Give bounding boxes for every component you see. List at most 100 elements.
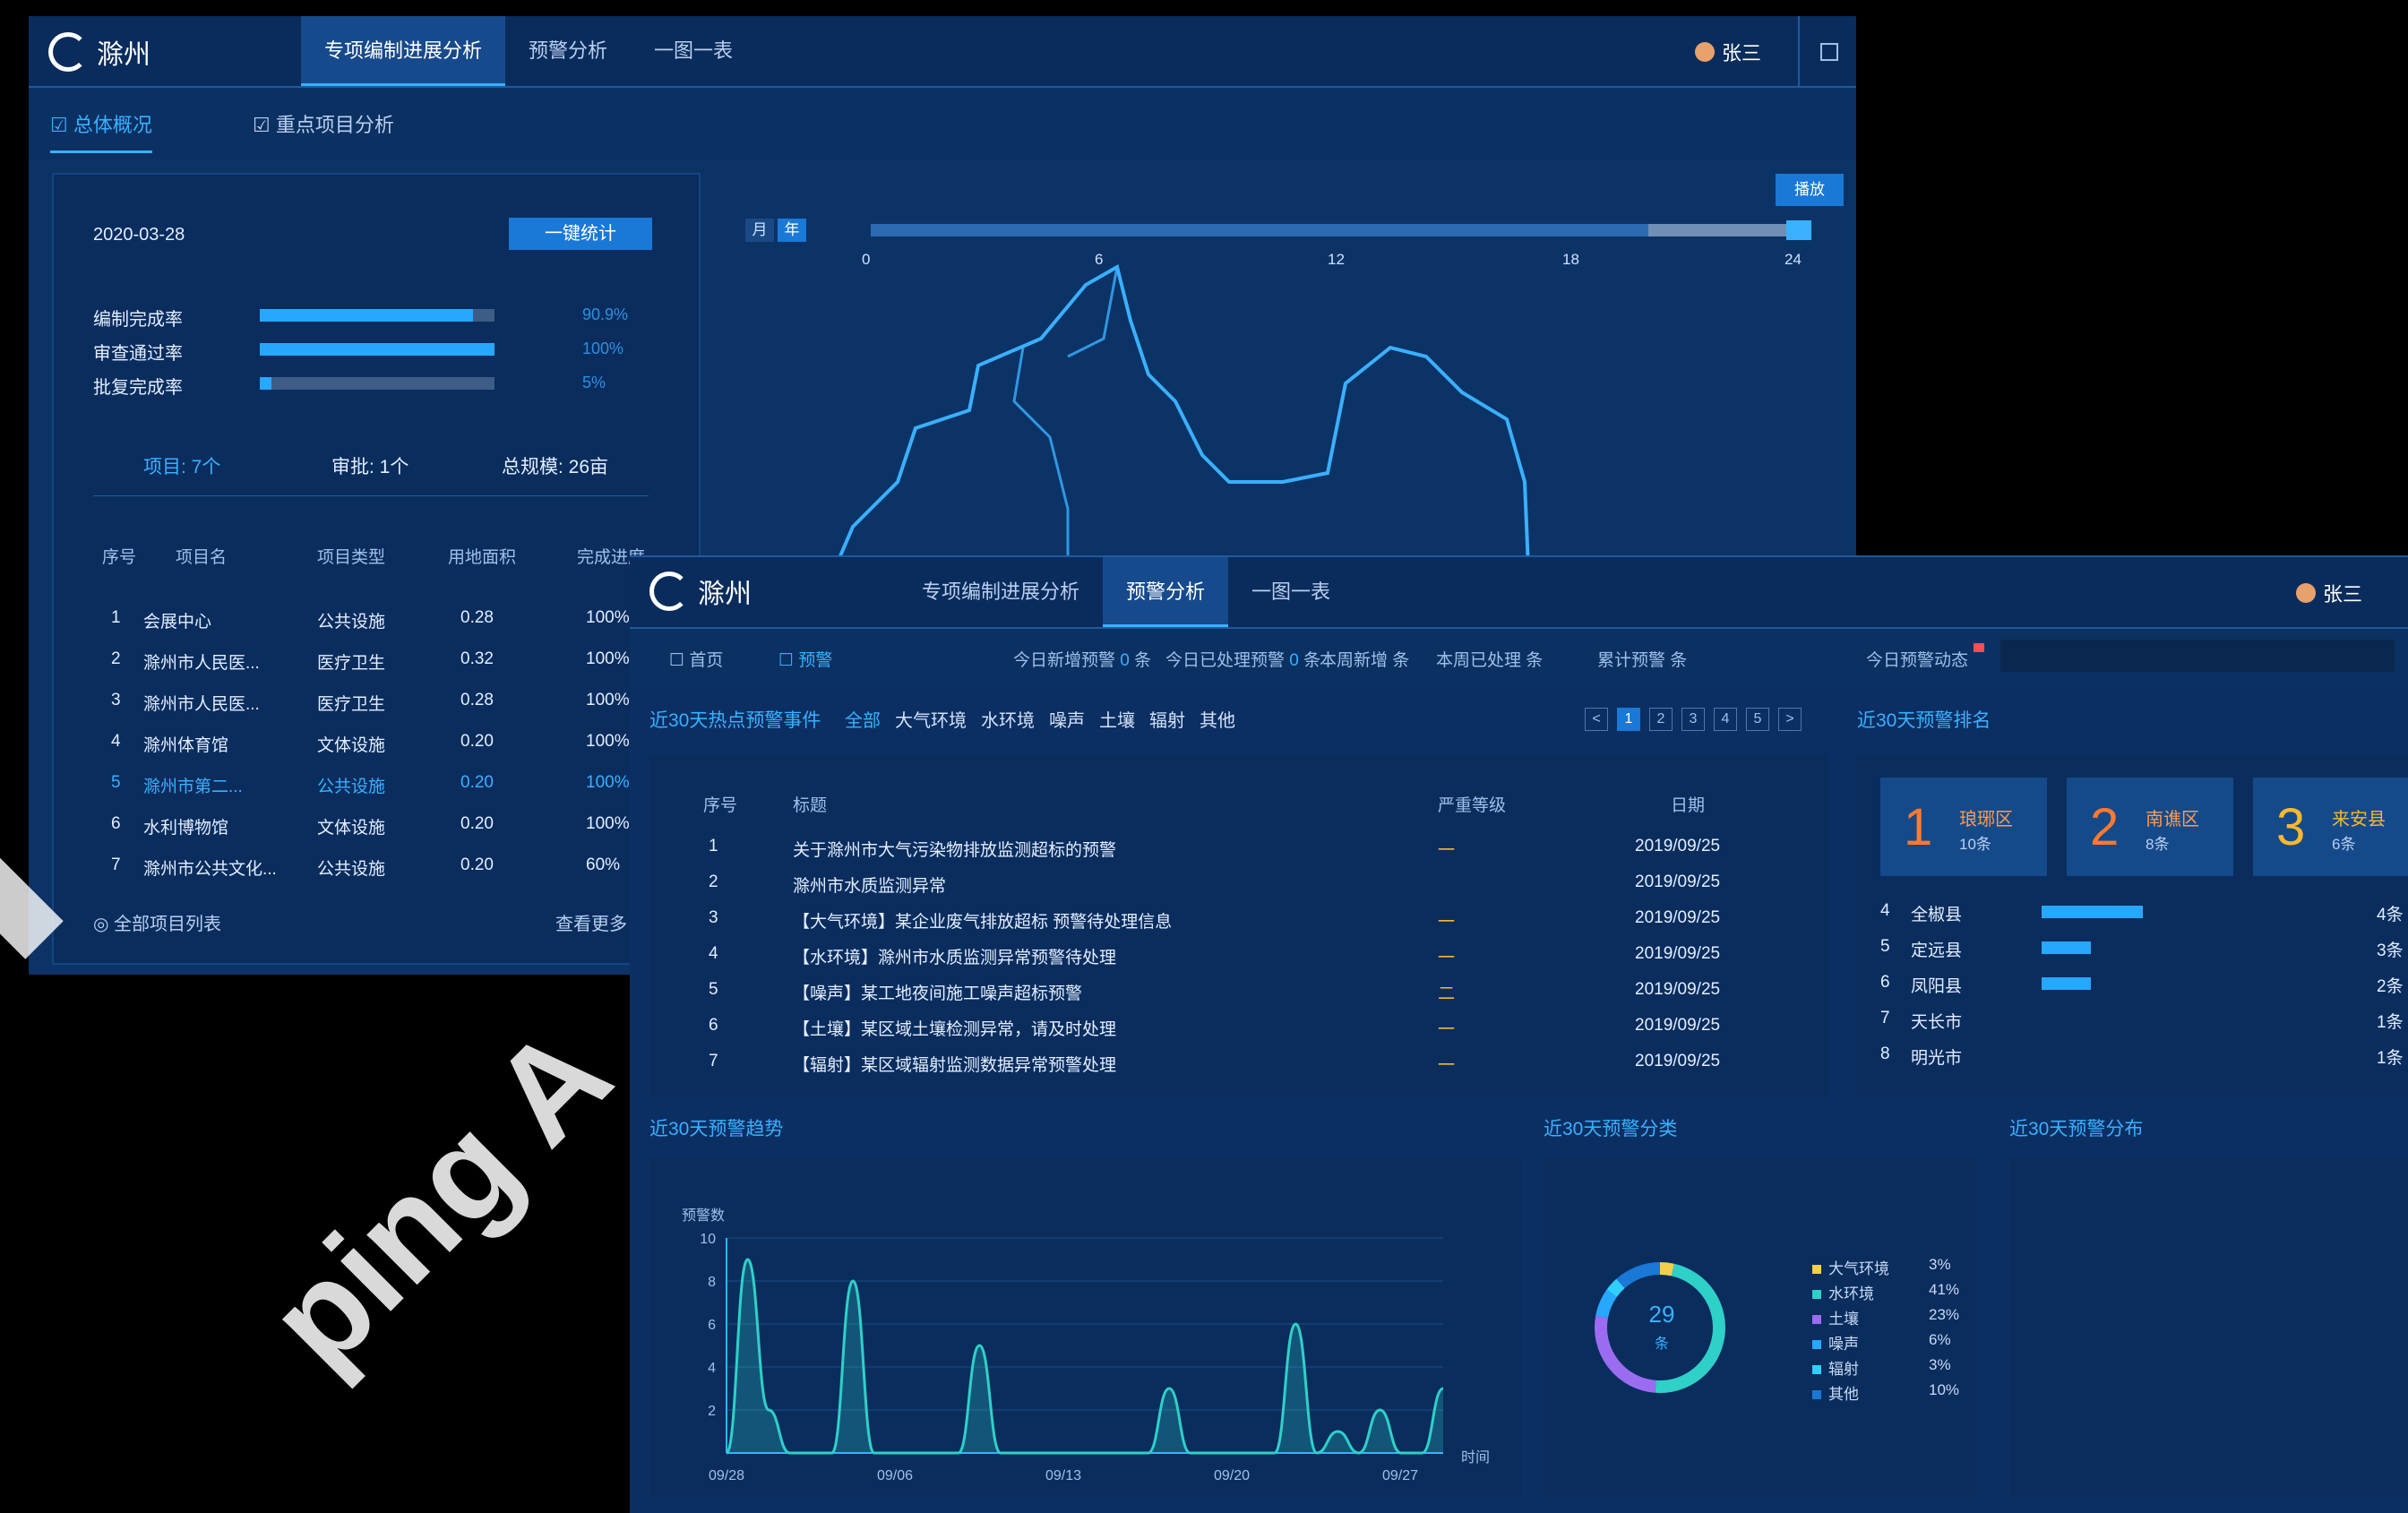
nav-tab-chart[interactable]: 一图一表 bbox=[1228, 557, 1354, 627]
legend-item[interactable]: 大气环境 3% bbox=[1812, 1256, 1951, 1278]
list-title: 近30天热点预警事件 bbox=[649, 710, 821, 731]
one-click-stats-button[interactable]: 一键统计 bbox=[509, 218, 652, 250]
filter-radiation[interactable]: 辐射 bbox=[1149, 706, 1185, 732]
rank-card-1[interactable]: 1 琅琊区 10条 bbox=[1880, 778, 2047, 876]
rank-row[interactable]: 4 全椒县 4条 bbox=[1875, 901, 2408, 924]
time-slider[interactable]: 月 年 bbox=[745, 215, 1811, 251]
rank-name: 明光市 bbox=[1911, 1049, 1963, 1068]
slider-year-toggle[interactable]: 年 bbox=[778, 219, 806, 242]
alert-ticker[interactable] bbox=[2000, 640, 2395, 672]
toolbar-stat-4[interactable]: 本周已处理 条 bbox=[1436, 647, 1543, 671]
progress-value-1: 90.9% bbox=[582, 305, 629, 323]
logout-icon[interactable] bbox=[1820, 43, 1838, 61]
donut-slice[interactable] bbox=[1616, 1262, 1661, 1289]
legend-swatch bbox=[1812, 1290, 1821, 1299]
rank-card-3[interactable]: 3 来安县 6条 bbox=[2253, 778, 2408, 876]
stat-scale[interactable]: 总规模: 26亩 bbox=[502, 452, 608, 479]
toolbar-stat-3[interactable]: 本周新增 条 bbox=[1320, 647, 1409, 671]
list-cell: 一 bbox=[1438, 1056, 1456, 1075]
pagination: < 1 2 3 4 5 > bbox=[1585, 708, 1802, 731]
brand-name: 滁州 bbox=[698, 580, 752, 609]
list-cell: 【大气环境】某企业废气排放超标 预警待处理信息 bbox=[793, 913, 1173, 932]
page-button[interactable]: 3 bbox=[1681, 708, 1705, 731]
rank-row[interactable]: 8 明光市 1条 bbox=[1875, 1044, 2408, 1068]
slider-tick: 24 bbox=[1784, 251, 1802, 268]
progress-bar-2 bbox=[260, 343, 494, 356]
filter-noise[interactable]: 噪声 bbox=[1049, 706, 1085, 732]
progress-bar-3 bbox=[260, 377, 494, 390]
toolbar-stat-1[interactable]: 今日新增预警 0 条 bbox=[1013, 647, 1151, 671]
subtab-key-projects[interactable]: ☑ 重点项目分析 bbox=[253, 109, 394, 138]
page-prev[interactable]: < bbox=[1585, 708, 1608, 731]
subtab-overview[interactable]: ☑ 总体概况 bbox=[50, 109, 152, 153]
avatar bbox=[2296, 583, 2316, 603]
list-cell: 【噪声】某工地夜间施工噪声超标预警 bbox=[793, 984, 1083, 1003]
rank-name: 凤阳县 bbox=[1911, 977, 1963, 996]
legend-item[interactable]: 辐射 3% bbox=[1812, 1356, 1951, 1379]
view-more-link[interactable]: 查看更多 bbox=[555, 909, 627, 935]
table-cell: 医疗卫生 bbox=[317, 654, 386, 673]
page-button[interactable]: 5 bbox=[1746, 708, 1769, 731]
rank-row[interactable]: 5 定远县 3条 bbox=[1875, 937, 2408, 960]
nav-tab-chart[interactable]: 一图一表 bbox=[631, 16, 756, 86]
slider-track[interactable] bbox=[871, 224, 1810, 236]
legend-name: 水环境 bbox=[1828, 1285, 1874, 1302]
list-cell: 2019/09/25 bbox=[1635, 908, 1721, 927]
slider-handle[interactable] bbox=[1786, 220, 1811, 240]
toolbar-stat-2[interactable]: 今日已处理预警 0 条 bbox=[1165, 647, 1320, 671]
rank-count: 4条 bbox=[2377, 906, 2404, 924]
nav-tab-progress[interactable]: 专项编制进展分析 bbox=[899, 557, 1103, 627]
distribution-map-panel[interactable] bbox=[2009, 1157, 2408, 1496]
table-cell: 100% bbox=[586, 649, 630, 668]
rank-row[interactable]: 7 天长市 1条 bbox=[1875, 1009, 2408, 1032]
donut-slice[interactable] bbox=[1595, 1289, 1618, 1319]
legend-item[interactable]: 其他 10% bbox=[1812, 1381, 1959, 1404]
filter-soil[interactable]: 土壤 bbox=[1099, 706, 1135, 732]
toolbar-home[interactable]: ☐ 首页 bbox=[669, 647, 723, 671]
slider-month-toggle[interactable]: 月 bbox=[745, 219, 774, 242]
table-cell: 1 bbox=[111, 608, 121, 627]
filter-all[interactable]: 全部 bbox=[845, 706, 881, 732]
user-menu[interactable]: 张三 bbox=[1695, 38, 1761, 66]
avatar bbox=[1695, 42, 1715, 62]
stat-projects[interactable]: 项目: 7个 bbox=[143, 452, 220, 479]
filter-air[interactable]: 大气环境 bbox=[895, 706, 967, 732]
legend-item[interactable]: 噪声 6% bbox=[1812, 1331, 1951, 1354]
filter-other[interactable]: 其他 bbox=[1200, 706, 1235, 732]
rank-count: 2条 bbox=[2377, 977, 2404, 996]
brand-logo[interactable]: 滁州 bbox=[48, 32, 150, 72]
donut-slice[interactable] bbox=[1659, 1262, 1674, 1277]
region-map[interactable] bbox=[799, 258, 1677, 598]
table-cell: 滁州市公共文化... bbox=[143, 860, 277, 879]
play-button[interactable]: 播放 bbox=[1776, 174, 1844, 206]
toolbar-warning[interactable]: ☐ 预警 bbox=[778, 647, 832, 671]
y-tick-label: 10 bbox=[700, 1232, 716, 1247]
legend-swatch bbox=[1812, 1390, 1821, 1399]
all-projects-link[interactable]: ◎ 全部项目列表 bbox=[93, 909, 221, 935]
table-cell: 文体设施 bbox=[317, 819, 386, 838]
table-cell: 100% bbox=[586, 608, 630, 627]
nav-tab-progress[interactable]: 专项编制进展分析 bbox=[301, 16, 506, 86]
list-cell: 2019/09/25 bbox=[1635, 1016, 1721, 1035]
user-menu[interactable]: 张三 bbox=[2296, 579, 2362, 607]
nav-tab-warning[interactable]: 预警分析 bbox=[1103, 557, 1229, 627]
table-cell: 滁州市人民医... bbox=[143, 654, 260, 673]
page-next[interactable]: > bbox=[1778, 708, 1802, 731]
rank-card-2[interactable]: 2 南谯区 8条 bbox=[2067, 778, 2233, 876]
sub-tab-bar: ☑ 总体概况 ☑ 重点项目分析 bbox=[29, 88, 1856, 159]
rank-row[interactable]: 6 凤阳县 2条 bbox=[1875, 973, 2408, 996]
toolbar-stat-5[interactable]: 累计预警 条 bbox=[1597, 647, 1687, 671]
legend-name: 辐射 bbox=[1828, 1361, 1859, 1378]
filter-water[interactable]: 水环境 bbox=[981, 706, 1035, 732]
progress-label-2: 审查通过率 bbox=[93, 344, 183, 364]
legend-item[interactable]: 水环境 41% bbox=[1812, 1281, 1959, 1303]
trend-chart[interactable]: 预警数 10 8 6 4 2 09/28 09/06 09/13 09/20 09/27 时间 bbox=[649, 1157, 1522, 1496]
page-button[interactable]: 4 bbox=[1714, 708, 1737, 731]
brand-logo[interactable]: 滁州 bbox=[649, 572, 752, 611]
page-button[interactable]: 1 bbox=[1617, 708, 1640, 731]
page-button[interactable]: 2 bbox=[1649, 708, 1673, 731]
nav-tab-warning[interactable]: 预警分析 bbox=[505, 16, 631, 86]
donut-slice[interactable] bbox=[1606, 1278, 1625, 1297]
stat-approved[interactable]: 审批: 1个 bbox=[331, 452, 408, 479]
legend-item[interactable]: 土壤 23% bbox=[1812, 1306, 1959, 1328]
